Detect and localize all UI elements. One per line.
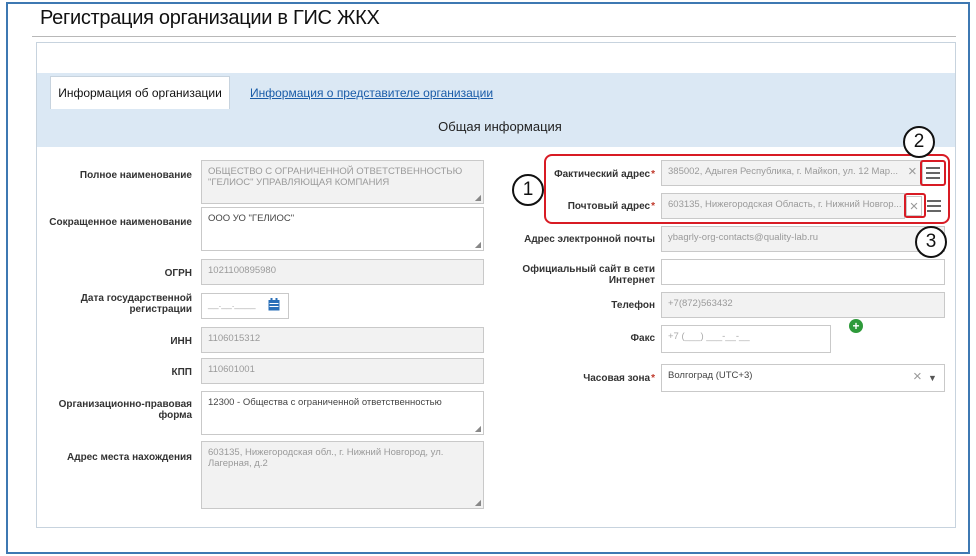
email-field[interactable]: ybagrly-org-contacts@quality-lab.ru [661, 226, 945, 252]
callout-number-2: 2 [903, 126, 935, 158]
email-value: ybagrly-org-contacts@quality-lab.ru [668, 232, 819, 243]
timezone-label: Часовая зона* [583, 373, 655, 384]
reg-date-label: Дата государственной регистрации [80, 293, 192, 315]
phone-value: +7(872)563432 [668, 298, 733, 309]
full-name-value: ОБЩЕСТВО С ОГРАНИЧЕННОЙ ОТВЕТСТВЕННОСТЬЮ… [208, 166, 463, 188]
inn-value: 1106015312 [208, 333, 261, 344]
fax-label: Факс [630, 333, 655, 344]
short-name-field[interactable]: ООО УО "ГЕЛИОС" ◢ [201, 207, 484, 251]
callout-number-3: 3 [915, 226, 947, 258]
tab-organization-info[interactable]: Информация об организации [50, 76, 230, 109]
full-name-field[interactable]: ОБЩЕСТВО С ОГРАНИЧЕННОЙ ОТВЕТСТВЕННОСТЬЮ… [201, 160, 484, 204]
full-name-label: Полное наименование [79, 170, 192, 181]
phone-label: Телефон [611, 300, 655, 311]
legal-form-label: Организационно-правовая форма [58, 399, 192, 421]
legal-form-value: 12300 - Общества с ограниченной ответств… [208, 397, 442, 408]
resize-grip-icon[interactable]: ◢ [475, 425, 481, 433]
kpp-field[interactable]: 110601001 [201, 358, 484, 384]
legal-form-field[interactable]: 12300 - Общества с ограниченной ответств… [201, 391, 484, 435]
clear-timezone-icon[interactable]: × [913, 368, 922, 386]
website-label: Официальный сайт в сети Интернет [522, 264, 655, 286]
phone-field[interactable]: +7(872)563432 [661, 292, 945, 318]
menu-button-highlight [920, 160, 946, 186]
fax-value: +7 (___) ___-__-__ [668, 331, 750, 342]
clear-button-highlight [904, 193, 926, 218]
page-title: Регистрация организации в ГИС ЖКХ [40, 7, 380, 29]
chevron-down-icon[interactable]: ▼ [928, 371, 937, 385]
section-title: Общая информация [438, 119, 562, 134]
inn-label: ИНН [170, 336, 192, 347]
resize-grip-icon[interactable]: ◢ [475, 194, 481, 202]
tab-representative-info[interactable]: Информация о представителе организации [250, 86, 493, 100]
callout-number-1: 1 [512, 174, 544, 206]
timezone-select[interactable]: Волгоград (UTC+3) [661, 364, 945, 392]
kpp-label: КПП [171, 367, 192, 378]
email-label: Адрес электронной почты [524, 234, 655, 245]
fax-field[interactable]: +7 (___) ___-__-__ [661, 325, 831, 353]
timezone-value: Волгоград (UTC+3) [668, 370, 753, 381]
website-field[interactable] [661, 259, 945, 285]
calendar-icon[interactable] [268, 298, 280, 311]
short-name-label: Сокращенное наименование [49, 217, 192, 228]
resize-grip-icon[interactable]: ◢ [475, 499, 481, 507]
required-marker: * [651, 373, 655, 384]
title-divider [32, 36, 956, 37]
short-name-value: ООО УО "ГЕЛИОС" [208, 213, 295, 224]
reg-date-placeholder: __.__.____ [208, 299, 256, 310]
inn-field[interactable]: 1106015312 [201, 327, 484, 353]
add-fax-icon[interactable]: + [849, 319, 863, 333]
location-address-value: 603135, Нижегородская обл., г. Нижний Но… [208, 447, 444, 469]
kpp-value: 110601001 [208, 364, 255, 375]
location-address-field[interactable]: 603135, Нижегородская обл., г. Нижний Но… [201, 441, 484, 509]
ogrn-field[interactable]: 1021100895980 [201, 259, 484, 285]
ogrn-value: 1021100895980 [208, 265, 276, 276]
ogrn-label: ОГРН [164, 268, 192, 279]
resize-grip-icon[interactable]: ◢ [475, 241, 481, 249]
address-fields-highlight [544, 154, 950, 224]
location-address-label: Адрес места нахождения [67, 452, 192, 463]
